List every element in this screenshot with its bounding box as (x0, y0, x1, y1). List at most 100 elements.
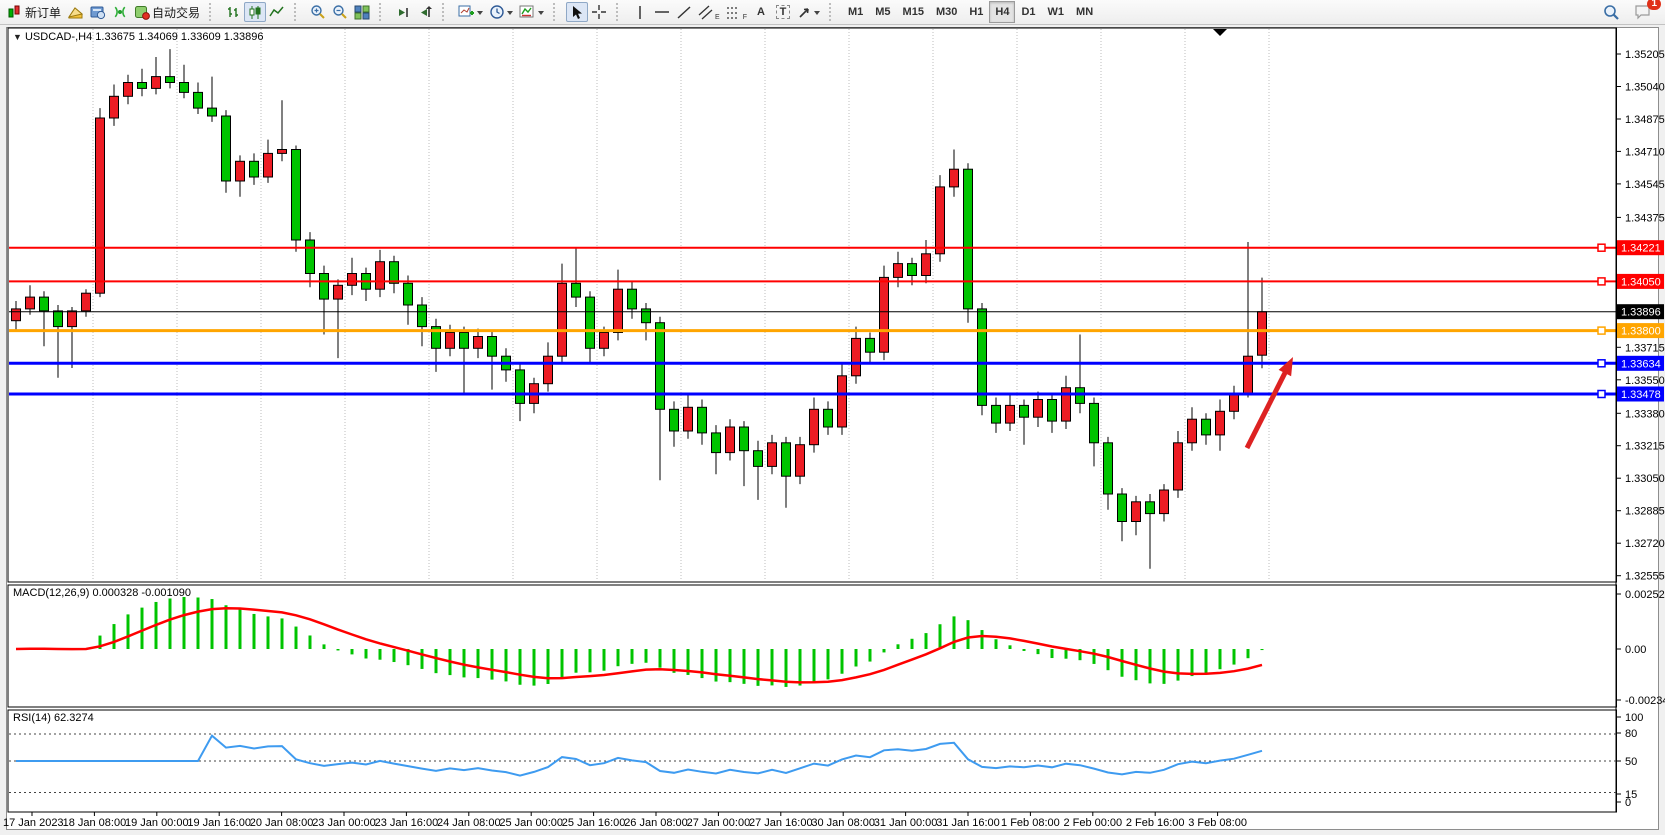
candlestick-mode-button[interactable] (244, 2, 266, 22)
timeframe-button-MN[interactable]: MN (1070, 1, 1099, 23)
time-axis-label: 20 Jan 08:00 (250, 817, 314, 829)
fibonacci-tool-button[interactable]: F (723, 2, 750, 22)
candlestick-icon (248, 5, 263, 20)
crosshair-tool-button[interactable] (588, 2, 610, 22)
bar-chart-icon (226, 5, 241, 20)
rsi-indicator-label: RSI(14) 62.3274 (13, 712, 94, 724)
line-chart-mode-button[interactable] (266, 2, 288, 22)
zoom-out-icon (332, 4, 348, 20)
time-axis-label: 27 Jan 00:00 (687, 817, 751, 829)
price-tick-label: 1.33380 (1625, 408, 1665, 420)
candle-body (978, 309, 987, 406)
time-axis-label: 17 Jan 2023 (3, 817, 64, 829)
price-badge-label: 1.33634 (1621, 358, 1661, 370)
price-tick-label: 1.34710 (1625, 146, 1665, 158)
timeframe-button-M30[interactable]: M30 (930, 1, 963, 23)
one-click-trading-expander[interactable]: ▼ (13, 32, 22, 42)
timeframe-button-W1[interactable]: W1 (1042, 1, 1071, 23)
candle-body (922, 254, 931, 276)
horizontal-line-tool-button[interactable] (651, 2, 673, 22)
hline-handle[interactable] (1598, 278, 1605, 285)
toolbar-separator (616, 3, 625, 21)
chart-shift-button[interactable] (414, 2, 436, 22)
candle-body (698, 407, 707, 433)
history-icon (67, 5, 84, 20)
new-chart-button[interactable] (455, 2, 486, 22)
candle-body (348, 274, 357, 286)
toolbar-separator (829, 3, 838, 21)
market-watch-button[interactable] (87, 2, 109, 22)
price-tick-label: 1.33215 (1625, 441, 1665, 453)
candle-body (866, 338, 875, 352)
candle-body (460, 333, 469, 349)
candle-body (796, 445, 805, 477)
arrows-tool-icon (797, 5, 812, 20)
timeframe-button-M5[interactable]: M5 (869, 1, 896, 23)
candle-body (250, 161, 259, 177)
chart-pane (8, 585, 1617, 707)
candle-body (670, 409, 679, 431)
chart-ohlc-values: 1.33675 1.34069 1.33609 1.33896 (95, 31, 263, 43)
new-order-icon (7, 4, 23, 20)
tile-windows-button[interactable] (351, 2, 373, 22)
indicators-button[interactable] (516, 2, 547, 22)
signals-button[interactable] (109, 2, 131, 22)
price-tick-label: 1.34875 (1625, 114, 1665, 126)
history-center-button[interactable] (64, 2, 87, 22)
price-tick-label: 1.34375 (1625, 212, 1665, 224)
price-tick-label: 1.33715 (1625, 342, 1665, 354)
chart-canvas[interactable]: 1.352051.350401.348751.347101.345451.343… (0, 0, 1665, 835)
hline-handle[interactable] (1598, 391, 1605, 398)
chart-title: ▼ USDCAD-,H4 1.33675 1.34069 1.33609 1.3… (13, 31, 264, 43)
search-button[interactable] (1600, 2, 1623, 22)
cursor-tool-button[interactable] (566, 2, 588, 22)
timeframe-button-H4[interactable]: H4 (989, 1, 1015, 23)
price-badge-label: 1.34050 (1621, 276, 1661, 288)
text-tool-button[interactable]: A (750, 2, 772, 22)
text-label-tool-button[interactable]: T (772, 2, 794, 22)
candle-body (110, 96, 119, 118)
time-axis-label: 19 Jan 00:00 (125, 817, 189, 829)
new-order-button[interactable]: 新订单 (4, 2, 64, 22)
candle-body (278, 150, 287, 154)
timeframe-button-M1[interactable]: M1 (842, 1, 869, 23)
candle-body (586, 297, 595, 348)
hline-handle[interactable] (1598, 327, 1605, 334)
zoom-out-button[interactable] (329, 2, 351, 22)
candle-body (138, 83, 147, 89)
timeframe-button-D1[interactable]: D1 (1015, 1, 1041, 23)
hline-handle[interactable] (1598, 244, 1605, 251)
candle-body (614, 289, 623, 332)
toolbar-separator (442, 3, 451, 21)
arrows-dropdown-caret (814, 11, 820, 18)
auto-scroll-button[interactable] (392, 2, 414, 22)
candle-body (12, 309, 21, 321)
vertical-line-tool-button[interactable] (629, 2, 651, 22)
arrows-tool-button[interactable] (794, 2, 823, 22)
candle-body (96, 118, 105, 293)
market-watch-icon (90, 5, 106, 20)
autotrading-button[interactable]: 自动交易 (131, 2, 203, 22)
price-tick-label: 1.35205 (1625, 49, 1665, 61)
zoom-in-button[interactable] (307, 2, 329, 22)
candle-body (152, 77, 161, 89)
equidistant-channel-tool-button[interactable]: E (695, 2, 723, 22)
candle-body (1020, 405, 1029, 417)
time-axis-label: 3 Feb 08:00 (1188, 817, 1247, 829)
candle-body (992, 405, 1001, 423)
periods-button[interactable] (486, 2, 516, 22)
time-axis-label: 19 Jan 16:00 (187, 817, 251, 829)
indicators-dropdown-caret (538, 11, 544, 18)
candle-body (1146, 502, 1155, 514)
timeframe-button-H1[interactable]: H1 (963, 1, 989, 23)
trendline-tool-button[interactable] (673, 2, 695, 22)
notifications-button[interactable]: 1 (1631, 2, 1655, 22)
new-chart-dropdown-caret (477, 11, 483, 18)
candle-body (544, 356, 553, 384)
hline-handle[interactable] (1598, 360, 1605, 367)
candle-body (166, 77, 175, 83)
timeframe-button-M15[interactable]: M15 (897, 1, 930, 23)
candle-body (54, 311, 63, 327)
cursor-icon (570, 5, 584, 20)
bar-chart-mode-button[interactable] (222, 2, 244, 22)
